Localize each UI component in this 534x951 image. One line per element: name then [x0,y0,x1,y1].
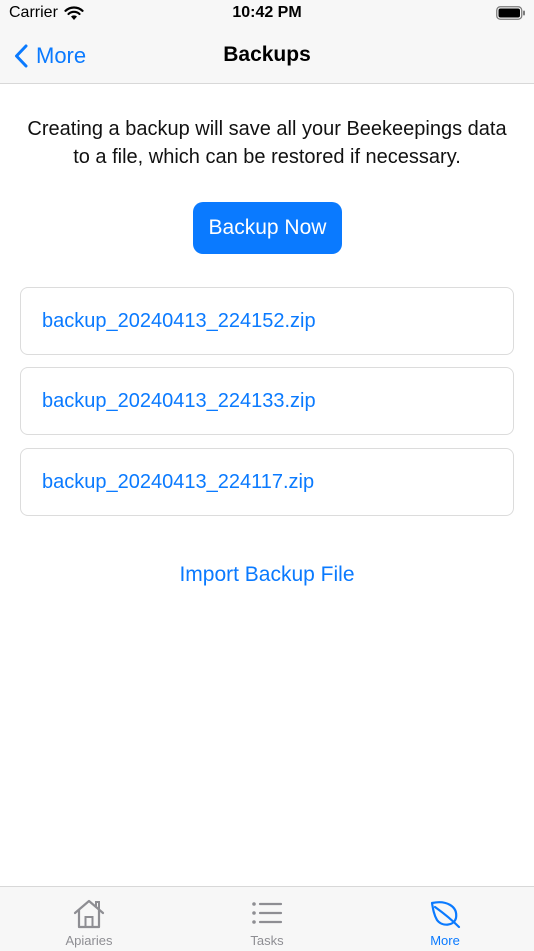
clock: 10:42 PM [232,4,302,21]
house-icon [73,899,105,929]
navigation-bar: More Backups [0,30,534,84]
tab-bar: Apiaries Tasks More [0,886,534,951]
leaf-icon [430,901,461,929]
tab-label: Tasks [250,933,284,948]
tab-apiaries[interactable]: Apiaries [0,887,178,951]
backup-file-item[interactable]: backup_20240413_224133.zip [20,367,514,435]
backup-file-name: backup_20240413_224152.zip [42,309,316,332]
tab-label: More [430,933,460,948]
tab-label: Apiaries [65,933,113,948]
import-backup-file-link[interactable]: Import Backup File [0,563,534,587]
backup-description: Creating a backup will save all your Bee… [27,118,507,168]
tab-tasks[interactable]: Tasks [178,887,356,951]
list-icon [252,902,283,924]
backup-file-item[interactable]: backup_20240413_224117.zip [20,448,514,516]
backup-file-name: backup_20240413_224117.zip [42,470,315,493]
status-bar: Carrier 10:42 PM [0,0,534,30]
backup-now-button[interactable]: Backup Now [193,202,342,254]
page-title: Backups [223,43,311,66]
battery-icon [496,6,525,20]
backup-file-name: backup_20240413_224133.zip [42,389,316,412]
tab-more[interactable]: More [356,887,534,951]
backup-file-item[interactable]: backup_20240413_224152.zip [20,287,514,355]
